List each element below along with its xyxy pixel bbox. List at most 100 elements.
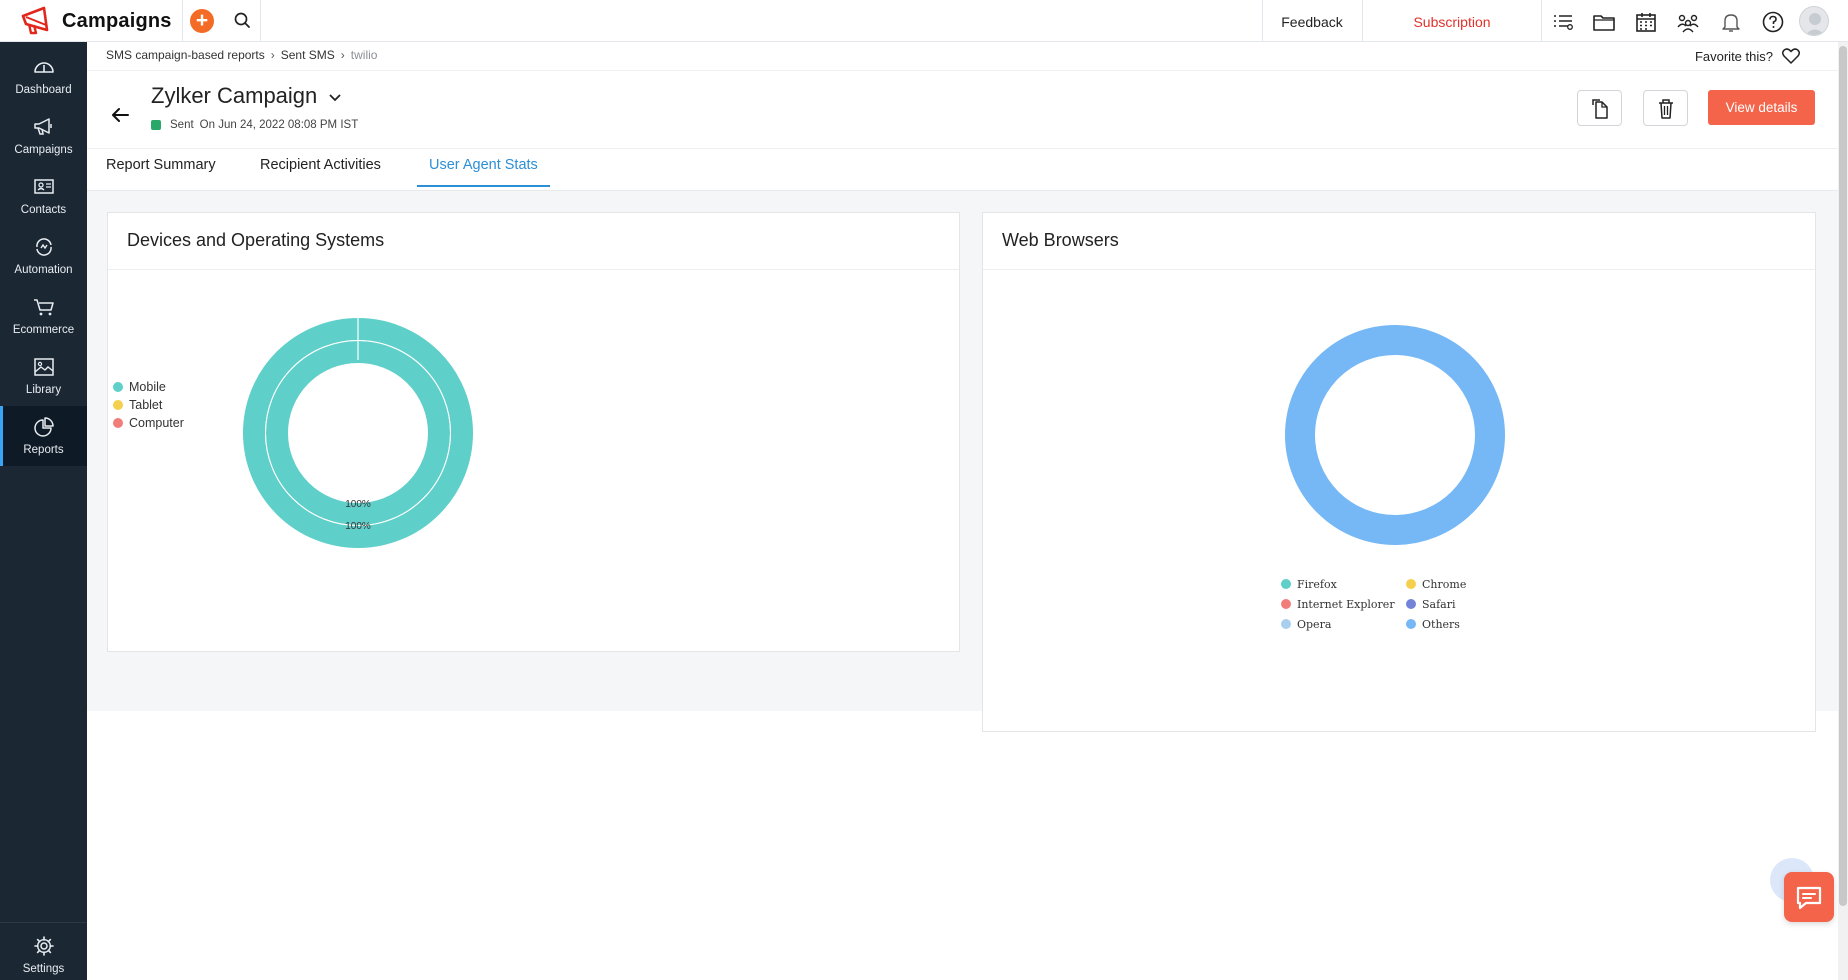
tab-report-summary[interactable]: Report Summary — [106, 157, 216, 187]
inner-percent-label: 100% — [345, 499, 371, 510]
legend-label: Computer — [129, 416, 184, 430]
sidebar-item-label: Reports — [23, 444, 64, 456]
sidebar-item-settings[interactable]: Settings — [0, 922, 87, 980]
chevron-down-icon[interactable] — [327, 90, 343, 106]
devices-panel: Devices and Operating Systems Mobile Tab… — [107, 212, 960, 652]
avatar[interactable] — [1799, 6, 1829, 36]
team-icon[interactable] — [1676, 10, 1700, 34]
trash-icon — [1659, 99, 1673, 119]
favorite-label: Favorite this? — [1694, 48, 1773, 64]
duplicate-button[interactable] — [1577, 90, 1622, 126]
sidebar-item-label: Automation — [14, 264, 73, 276]
breadcrumb-current: twilio — [350, 48, 378, 62]
favorite-toggle[interactable]: Favorite this? — [1695, 48, 1800, 64]
campaign-status: Sent On Jun 24, 2022 08:08 PM IST — [151, 119, 358, 131]
breadcrumb-sent-sms[interactable]: Sent SMS — [281, 48, 335, 62]
divider — [260, 0, 261, 42]
legend-item-tablet[interactable]: Tablet — [113, 396, 184, 414]
main-content: SMS campaign-based reports › Sent SMS › … — [87, 42, 1848, 980]
sidebar-item-automation[interactable]: Automation — [0, 226, 87, 286]
legend-label: Tablet — [129, 398, 163, 412]
divider — [108, 269, 959, 270]
calendar-icon[interactable] — [1634, 10, 1658, 34]
divider — [1541, 0, 1542, 42]
sidebar-item-label: Dashboard — [15, 84, 72, 96]
settings-label: Settings — [22, 963, 65, 975]
copy-icon — [1592, 99, 1608, 119]
legend-label: Safari — [1422, 597, 1456, 611]
legend-swatch — [1281, 579, 1291, 589]
brand-name: Campaigns — [62, 9, 172, 32]
gauge-icon — [34, 62, 54, 73]
campaign-title[interactable]: Zylker Campaign — [151, 83, 343, 109]
sidebar: Dashboard Campaigns Contacts Automation — [0, 42, 87, 980]
sidebar-item-library[interactable]: Library — [0, 346, 87, 406]
sidebar-item-reports[interactable]: Reports — [0, 406, 87, 466]
view-details-button[interactable]: View details — [1708, 90, 1815, 125]
subscription-link[interactable]: Subscription — [1363, 0, 1541, 42]
heart-icon[interactable] — [1782, 48, 1800, 64]
sidebar-item-label: Ecommerce — [12, 324, 75, 336]
list-icon[interactable] — [1551, 10, 1575, 34]
divider — [182, 0, 183, 42]
sidebar-item-label: Library — [25, 384, 62, 396]
megaphone-logo-icon — [21, 6, 49, 35]
bell-icon[interactable] — [1719, 10, 1743, 34]
chat-button[interactable] — [1784, 872, 1834, 922]
tab-user-agent-stats[interactable]: User Agent Stats — [417, 157, 550, 187]
delete-button[interactable] — [1643, 90, 1688, 126]
vertical-scrollbar[interactable] — [1838, 42, 1848, 980]
legend-item-opera[interactable]: Opera — [1281, 616, 1406, 632]
legend-label: Opera — [1297, 617, 1332, 631]
legend-label: Mobile — [129, 380, 166, 394]
chart-slice-inner-mobile[interactable] — [266, 341, 450, 525]
legend-item-others[interactable]: Others — [1406, 616, 1486, 632]
browsers-panel: Web Browsers Firefox Chrome Internet Exp… — [982, 212, 1816, 732]
legend-label: Chrome — [1422, 577, 1467, 591]
sidebar-item-campaigns[interactable]: Campaigns — [0, 106, 87, 166]
help-icon[interactable] — [1761, 10, 1785, 34]
legend-item-safari[interactable]: Safari — [1406, 596, 1486, 612]
image-icon — [34, 358, 54, 376]
tab-recipient-activities[interactable]: Recipient Activities — [260, 157, 381, 187]
legend-swatch — [1406, 579, 1416, 589]
chat-icon — [1796, 886, 1822, 910]
outer-percent-label: 100% — [345, 521, 371, 532]
legend-swatch — [1406, 599, 1416, 609]
legend-item-firefox[interactable]: Firefox — [1281, 576, 1406, 592]
brand-logo[interactable]: Campaigns — [20, 5, 172, 37]
feedback-link[interactable]: Feedback — [1262, 0, 1362, 42]
status-badge: Sent — [170, 119, 194, 131]
folder-icon[interactable] — [1592, 10, 1616, 34]
scrollbar-thumb[interactable] — [1839, 46, 1847, 906]
panel-title: Devices and Operating Systems — [127, 230, 385, 250]
divider — [983, 269, 1815, 270]
legend-item-internet-explorer[interactable]: Internet Explorer — [1281, 596, 1406, 612]
divider — [87, 70, 1848, 71]
legend-item-computer[interactable]: Computer — [113, 414, 184, 432]
gear-icon — [34, 936, 54, 956]
legend-label: Firefox — [1297, 577, 1337, 591]
sidebar-item-ecommerce[interactable]: Ecommerce — [0, 286, 87, 346]
legend-item-mobile[interactable]: Mobile — [113, 378, 184, 396]
stats-area: Devices and Operating Systems Mobile Tab… — [87, 190, 1848, 732]
back-arrow-icon[interactable] — [109, 104, 131, 126]
sidebar-item-label: Campaigns — [14, 144, 73, 156]
legend-item-chrome[interactable]: Chrome — [1406, 576, 1486, 592]
sidebar-item-contacts[interactable]: Contacts — [0, 166, 87, 226]
add-button[interactable]: + — [190, 9, 214, 33]
panel-title: Web Browsers — [1002, 230, 1119, 250]
devices-donut-chart: 100% 100% — [243, 316, 473, 548]
sidebar-item-dashboard[interactable]: Dashboard — [0, 46, 87, 106]
search-icon[interactable] — [232, 10, 254, 32]
legend-swatch — [1281, 619, 1291, 629]
sidebar-item-label: Contacts — [20, 204, 67, 216]
cart-icon — [34, 299, 54, 316]
chart-slice-others[interactable] — [1285, 325, 1505, 545]
pie-chart-icon — [34, 417, 54, 437]
legend-swatch — [113, 400, 123, 410]
breadcrumb-sms-reports[interactable]: SMS campaign-based reports — [106, 48, 265, 62]
legend-swatch — [113, 418, 123, 428]
legend-label: Internet Explorer — [1297, 597, 1395, 611]
legend-swatch — [1281, 599, 1291, 609]
